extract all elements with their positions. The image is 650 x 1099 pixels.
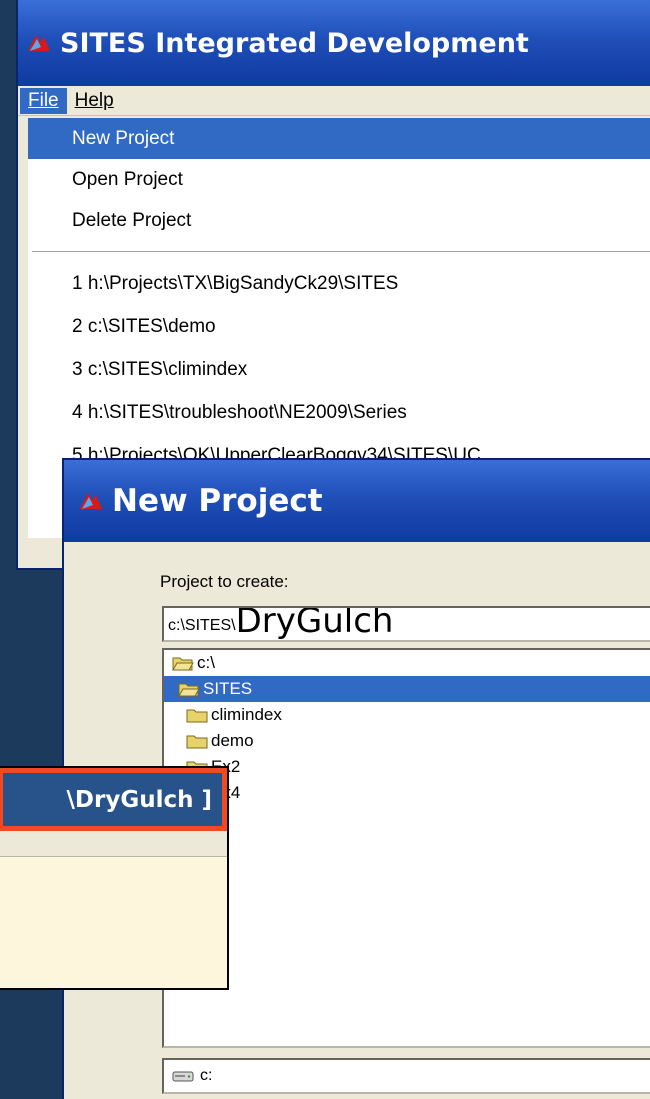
menu-item-delete-project[interactable]: Delete Project — [28, 200, 650, 241]
callout-highlight: \DryGulch ] — [0, 768, 227, 831]
dialog-titlebar[interactable]: New Project — [64, 460, 650, 542]
folder-label: climindex — [211, 705, 282, 724]
menubar: File Help — [18, 86, 650, 116]
path-typed-name: DryGulch — [235, 606, 394, 641]
recent-project-2[interactable]: 2 c:\SITES\demo — [28, 305, 650, 348]
recent-project-3[interactable]: 3 c:\SITES\climindex — [28, 348, 650, 391]
folder-label: demo — [211, 731, 254, 750]
folder-row[interactable]: demo — [164, 728, 650, 754]
sites-app-icon — [28, 35, 50, 51]
open-folder-icon — [178, 683, 200, 697]
menu-separator — [32, 251, 650, 252]
directory-list[interactable]: c:\ SITES climindex demo Ex2 — [162, 648, 650, 1048]
folder-row[interactable]: Ex4 — [164, 780, 650, 806]
hard-drive-icon — [172, 1071, 194, 1082]
folder-label: SITES — [203, 679, 253, 698]
recent-project-4[interactable]: 4 h:\SITES\troubleshoot\NE2009\Series — [28, 391, 650, 434]
ide-title: SITES Integrated Development — [60, 27, 529, 59]
open-folder-icon — [172, 657, 194, 671]
path-prefix: c:\SITES\ — [168, 617, 236, 634]
folder-row[interactable]: Ex2 — [164, 754, 650, 780]
recent-project-1[interactable]: 1 h:\Projects\TX\BigSandyCk29\SITES — [28, 262, 650, 305]
drive-select[interactable]: c: — [162, 1058, 650, 1094]
dialog-title: New Project — [112, 483, 323, 519]
folder-icon — [186, 709, 208, 723]
callout-path-text: \DryGulch ] — [3, 773, 222, 826]
menu-item-open-project[interactable]: Open Project — [28, 159, 650, 200]
folder-icon — [186, 735, 208, 749]
drive-label: c: — [200, 1067, 213, 1084]
sites-app-icon — [80, 493, 102, 509]
folder-row[interactable]: climindex — [164, 702, 650, 728]
path-callout: \DryGulch ] — [0, 766, 229, 990]
ide-titlebar[interactable]: SITES Integrated Development — [18, 0, 650, 86]
project-to-create-label: Project to create: — [160, 572, 289, 591]
project-path-input[interactable]: c:\SITES\ DryGulch — [162, 606, 650, 642]
menu-item-new-project[interactable]: New Project — [28, 118, 650, 159]
menu-file[interactable]: File — [20, 87, 67, 114]
folder-label: c:\ — [197, 653, 215, 672]
menu-help[interactable]: Help — [67, 88, 122, 114]
folder-row-selected[interactable]: SITES — [164, 676, 650, 702]
callout-toolbar — [0, 831, 227, 857]
folder-row[interactable]: c:\ — [164, 650, 650, 676]
